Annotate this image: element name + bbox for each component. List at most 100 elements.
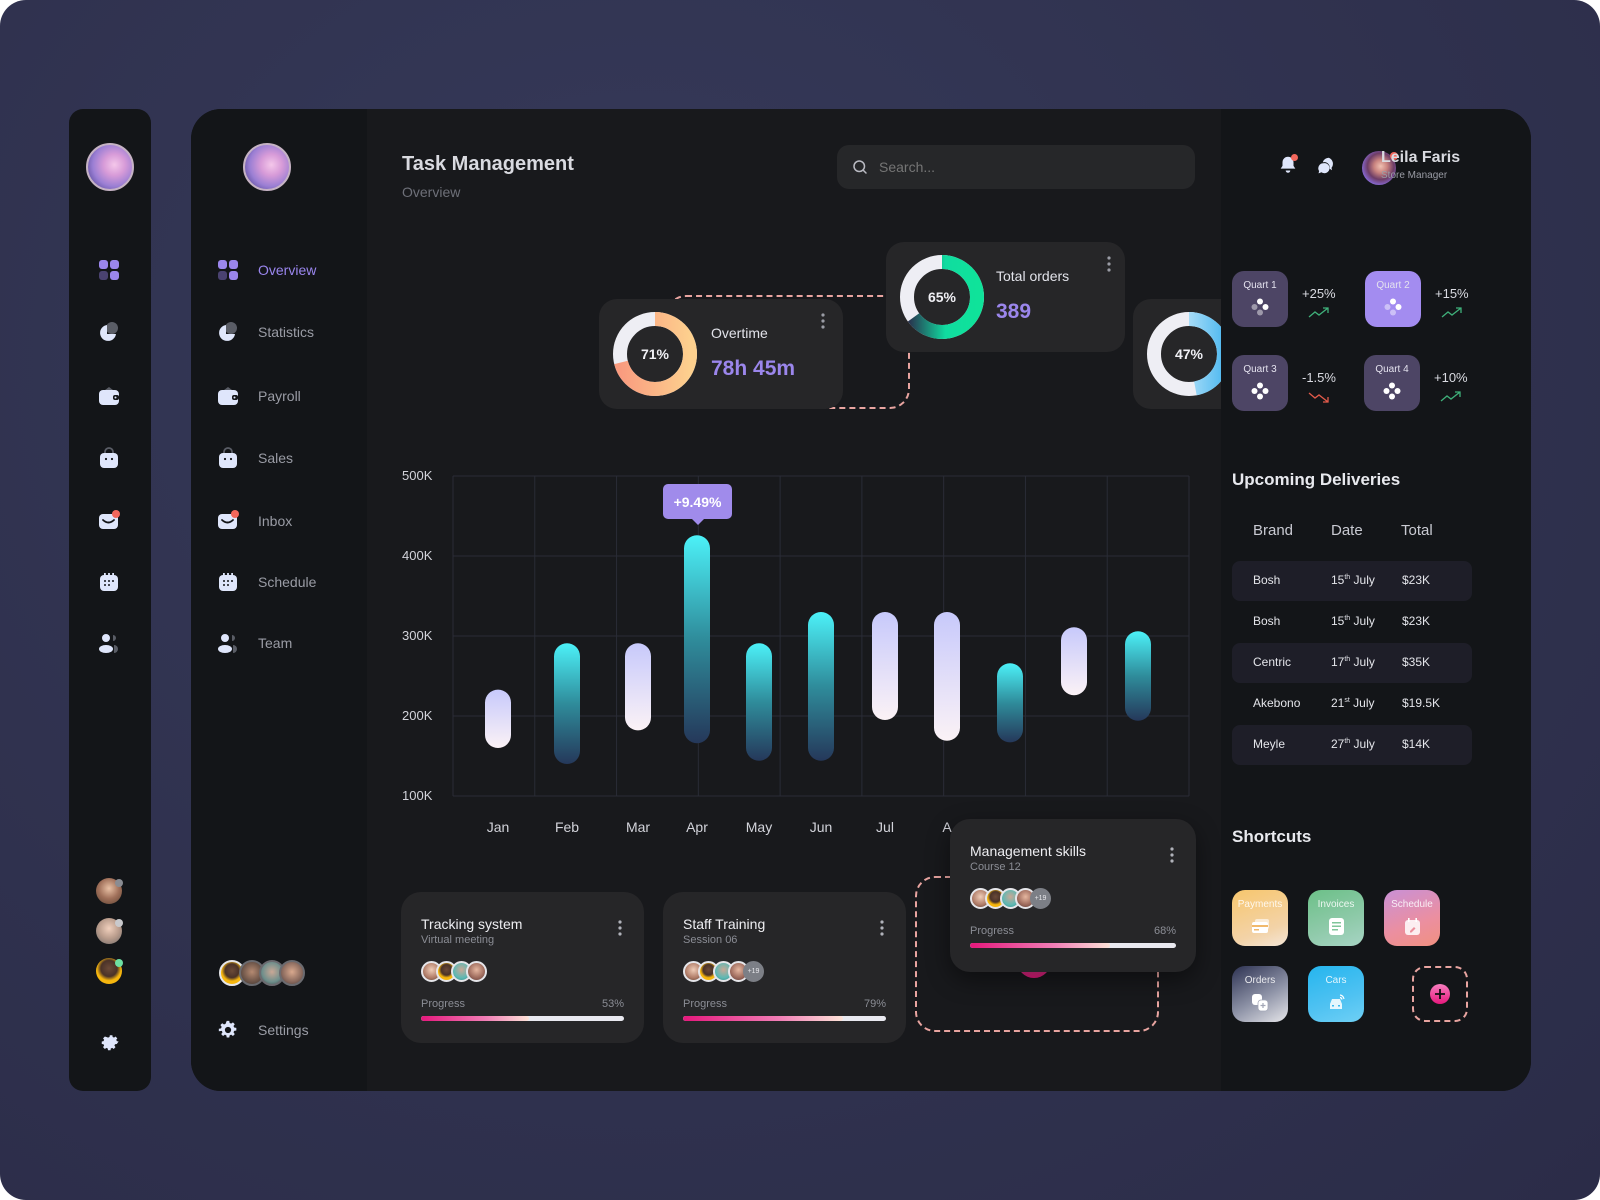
shortcut-cars[interactable]: Cars bbox=[1308, 966, 1364, 1022]
member-avatars[interactable]: +19 bbox=[683, 961, 764, 982]
quarter-button[interactable]: Quart 1 bbox=[1232, 271, 1288, 327]
chat-icon[interactable] bbox=[1316, 155, 1338, 177]
sidebar-item-inbox[interactable]: Inbox bbox=[217, 507, 292, 535]
table-row[interactable]: Akebono 21st July $19.5K bbox=[1232, 684, 1472, 724]
member-avatars[interactable]: +19 bbox=[970, 888, 1051, 909]
app-logo[interactable] bbox=[86, 143, 134, 191]
chart-bar-mar[interactable] bbox=[625, 643, 651, 731]
team-avatars[interactable] bbox=[219, 960, 305, 986]
x-tick-label: Mar bbox=[625, 819, 651, 835]
progress-label: Progress bbox=[421, 998, 466, 1010]
shortcut-invoices[interactable]: Invoices bbox=[1308, 890, 1364, 946]
team-icon[interactable] bbox=[98, 632, 120, 654]
date-month: July bbox=[1353, 655, 1375, 669]
task-subtitle: Course 12 bbox=[970, 861, 1021, 873]
diamond-dots-icon bbox=[1251, 382, 1269, 400]
chart-bar-apr[interactable] bbox=[684, 535, 710, 744]
y-tick-label: 400K bbox=[402, 548, 433, 563]
chart-bar-m11[interactable] bbox=[1125, 631, 1151, 721]
total-cell: $35K bbox=[1402, 655, 1431, 669]
column-header-total[interactable]: Total bbox=[1401, 522, 1433, 539]
x-tick-label: May bbox=[745, 819, 773, 835]
date-cell: 15th July bbox=[1331, 573, 1375, 587]
trend-up-icon bbox=[1441, 307, 1462, 318]
pie-chart-icon[interactable] bbox=[98, 321, 120, 343]
sidebar-item-payroll[interactable]: Payroll bbox=[217, 382, 301, 410]
date-day: 17 bbox=[1331, 655, 1345, 669]
sidebar-item-overview[interactable]: Overview bbox=[217, 256, 316, 284]
invoice-icon bbox=[1329, 918, 1344, 935]
date-suffix: th bbox=[1344, 615, 1351, 622]
chart-bar-jul[interactable] bbox=[872, 612, 898, 720]
shortcut-orders[interactable]: Orders bbox=[1232, 966, 1288, 1022]
shortcut-payments[interactable]: Payments bbox=[1232, 890, 1288, 946]
quarter-button[interactable]: Quart 3 bbox=[1232, 355, 1288, 411]
table-row[interactable]: Meyle 27th July $14K bbox=[1232, 725, 1472, 765]
chart-bar-a[interactable] bbox=[934, 612, 960, 741]
y-tick-label: 300K bbox=[402, 628, 433, 643]
table-row[interactable]: Centric 17th July $35K bbox=[1232, 643, 1472, 683]
chart-bar-jan[interactable] bbox=[485, 689, 511, 748]
mini-sidebar bbox=[69, 109, 151, 1091]
task-card[interactable]: Tracking system Virtual meeting Progress… bbox=[401, 892, 644, 1043]
shortcuts-title: Shortcuts bbox=[1232, 827, 1312, 846]
mail-icon[interactable] bbox=[98, 510, 120, 532]
column-header-date[interactable]: Date bbox=[1331, 522, 1363, 539]
pie-chart-icon bbox=[217, 321, 239, 343]
task-card[interactable]: Staff Training Session 06 +19 Progress 7… bbox=[663, 892, 906, 1043]
date-month: July bbox=[1353, 573, 1375, 587]
sidebar-item-statistics[interactable]: Statistics bbox=[217, 318, 314, 346]
chart-bar-feb[interactable] bbox=[554, 643, 580, 764]
shortcut-schedule[interactable]: Schedule bbox=[1384, 890, 1440, 946]
table-row[interactable]: Bosh 15th July $23K bbox=[1232, 602, 1472, 642]
car-icon bbox=[1330, 994, 1345, 1009]
quarter-label: Quart 4 bbox=[1375, 364, 1409, 375]
date-day: 27 bbox=[1331, 737, 1345, 751]
sidebar-logo[interactable] bbox=[243, 143, 291, 191]
chart-bar-m10[interactable] bbox=[1061, 627, 1087, 696]
wallet-icon[interactable] bbox=[98, 385, 120, 407]
shortcut-label: Cars bbox=[1325, 975, 1347, 986]
sidebar-item-label: Inbox bbox=[258, 513, 293, 529]
more-icon[interactable] bbox=[880, 920, 884, 936]
more-icon[interactable] bbox=[618, 920, 622, 936]
grid-icon[interactable] bbox=[98, 259, 120, 281]
date-cell: 15th July bbox=[1331, 614, 1375, 628]
table-row[interactable]: Bosh 15th July $23K bbox=[1232, 561, 1472, 601]
sidebar-item-label: Statistics bbox=[258, 324, 315, 340]
column-header-brand[interactable]: Brand bbox=[1253, 522, 1293, 539]
sidebar-item-label: Schedule bbox=[258, 574, 317, 590]
chart-bar-m9[interactable] bbox=[997, 663, 1023, 743]
more-members-badge[interactable]: +19 bbox=[743, 961, 764, 982]
task-title: Staff Training bbox=[683, 916, 766, 932]
member-avatars[interactable] bbox=[421, 961, 487, 982]
task-subtitle: Virtual meeting bbox=[421, 934, 495, 946]
sidebar-item-sales[interactable]: Sales bbox=[217, 444, 293, 472]
y-tick-label: 100K bbox=[402, 788, 433, 803]
shopping-bag-icon[interactable] bbox=[98, 447, 120, 469]
sidebar-item-schedule[interactable]: Schedule bbox=[217, 568, 316, 596]
quarter-change: +25% bbox=[1302, 286, 1336, 301]
total-cell: $23K bbox=[1402, 614, 1431, 628]
chart-bar-may[interactable] bbox=[746, 643, 772, 761]
x-tick-label: Jan bbox=[486, 819, 510, 835]
user-role: Store Manager bbox=[1381, 170, 1448, 181]
chart-bar-jun[interactable] bbox=[808, 612, 834, 761]
more-icon[interactable] bbox=[1170, 847, 1174, 863]
task-card[interactable]: Management skills Course 12 +19 Progress… bbox=[950, 819, 1196, 972]
sidebar-item-team[interactable]: Team bbox=[217, 629, 292, 657]
sidebar-item-label: Team bbox=[258, 635, 293, 651]
quarter-button[interactable]: Quart 4 bbox=[1364, 355, 1420, 411]
status-dot bbox=[115, 959, 123, 967]
quarter-button[interactable]: Quart 2 bbox=[1365, 271, 1421, 327]
task-title: Tracking system bbox=[421, 916, 523, 932]
quarter-label: Quart 1 bbox=[1243, 280, 1277, 291]
brand-cell: Centric bbox=[1253, 655, 1292, 669]
gear-icon[interactable] bbox=[99, 1031, 121, 1053]
more-members-badge[interactable]: +19 bbox=[1030, 888, 1051, 909]
sidebar-item-label: Sales bbox=[258, 450, 294, 466]
sidebar-item-settings[interactable]: Settings bbox=[217, 1016, 309, 1044]
calendar-icon[interactable] bbox=[98, 571, 120, 593]
date-day: 15 bbox=[1331, 573, 1345, 587]
brand-cell: Bosh bbox=[1253, 614, 1281, 628]
